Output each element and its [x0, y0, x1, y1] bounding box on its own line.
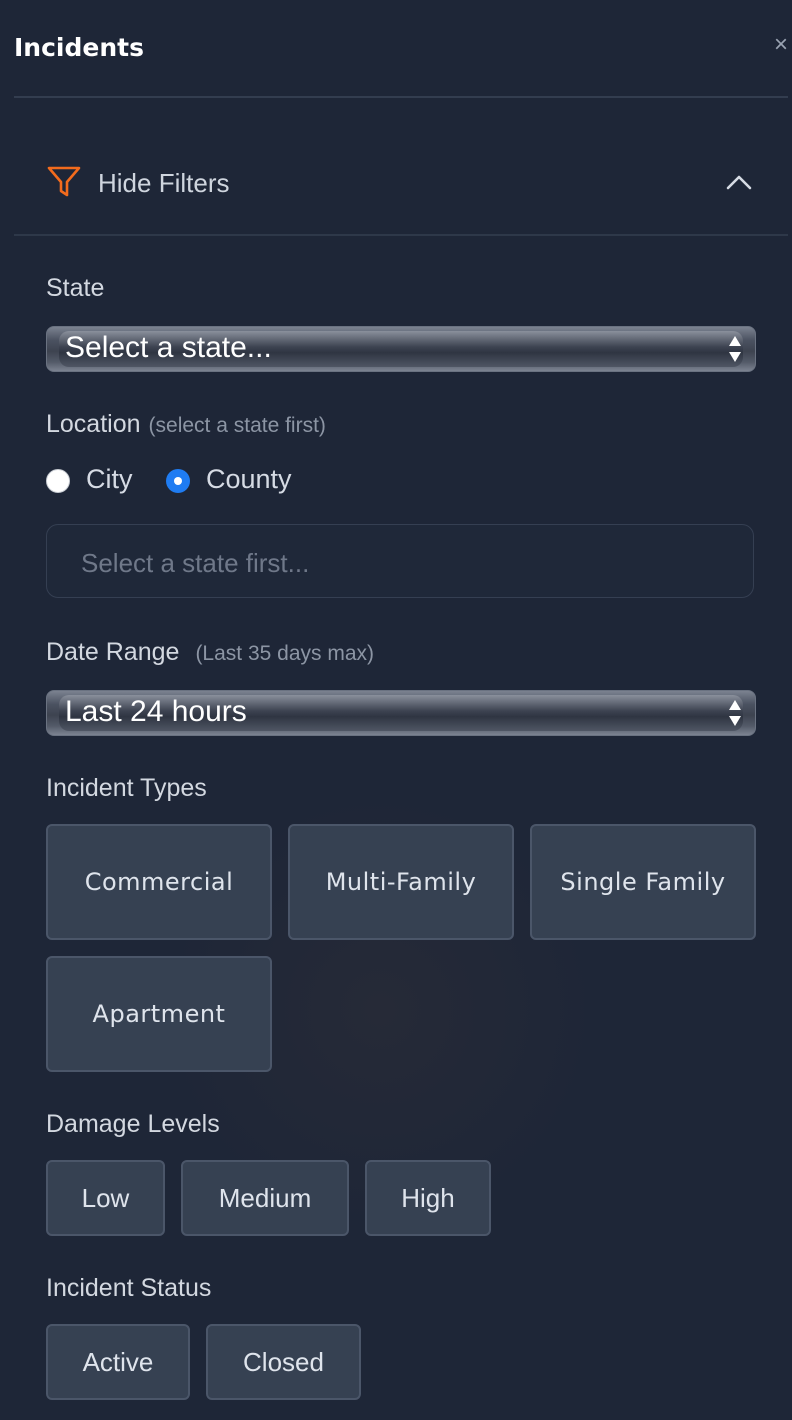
state-label: State	[46, 274, 105, 302]
state-select-value: Select a state...	[65, 331, 272, 364]
location-label: Location (select a state first)	[46, 410, 326, 439]
hide-filters-label: Hide Filters	[98, 168, 230, 198]
damage-level-low[interactable]: Low	[46, 1160, 165, 1236]
radio-city-button[interactable]	[46, 469, 70, 493]
incident-type-multi-family[interactable]: Multi-Family	[288, 824, 514, 940]
panel-title: Incidents	[14, 33, 144, 62]
panel-header: Incidents ×	[14, 0, 788, 98]
incidents-panel: Incidents × Hide Filters State Select a …	[0, 0, 792, 1420]
date-range-hint: (Last 35 days max)	[195, 642, 375, 665]
close-icon[interactable]: ×	[774, 33, 788, 57]
radio-county-button[interactable]	[166, 469, 190, 493]
chevron-up-icon[interactable]	[726, 172, 752, 192]
radio-city-label: City	[86, 464, 133, 494]
location-hint: (select a state first)	[148, 414, 326, 437]
status-active[interactable]: Active	[46, 1324, 190, 1400]
damage-level-high[interactable]: High	[365, 1160, 491, 1236]
incident-type-commercial[interactable]: Commercial	[46, 824, 272, 940]
radio-county-label: County	[206, 464, 292, 494]
date-range-select-value: Last 24 hours	[65, 695, 247, 728]
incident-type-single-family[interactable]: Single Family	[530, 824, 756, 940]
funnel-icon	[47, 166, 81, 197]
radio-city[interactable]: City	[46, 462, 146, 502]
incident-types-label: Incident Types	[46, 774, 207, 802]
radio-county[interactable]: County	[166, 462, 306, 502]
incident-type-apartment[interactable]: Apartment	[46, 956, 272, 1072]
select-arrows-icon	[729, 336, 741, 362]
date-range-label: Date Range (Last 35 days max)	[46, 638, 374, 667]
location-input[interactable]: Select a state first...	[46, 524, 754, 598]
date-range-select[interactable]: Last 24 hours	[46, 690, 756, 736]
damage-levels-label: Damage Levels	[46, 1110, 220, 1138]
incident-status-label: Incident Status	[46, 1274, 212, 1302]
select-arrows-icon	[729, 700, 741, 726]
status-closed[interactable]: Closed	[206, 1324, 361, 1400]
state-select[interactable]: Select a state...	[46, 326, 756, 372]
damage-level-medium[interactable]: Medium	[181, 1160, 349, 1236]
location-label-text: Location	[46, 410, 141, 438]
location-input-placeholder: Select a state first...	[81, 548, 310, 578]
hide-filters-toggle[interactable]: Hide Filters	[14, 98, 788, 236]
date-range-label-text: Date Range	[46, 638, 180, 666]
